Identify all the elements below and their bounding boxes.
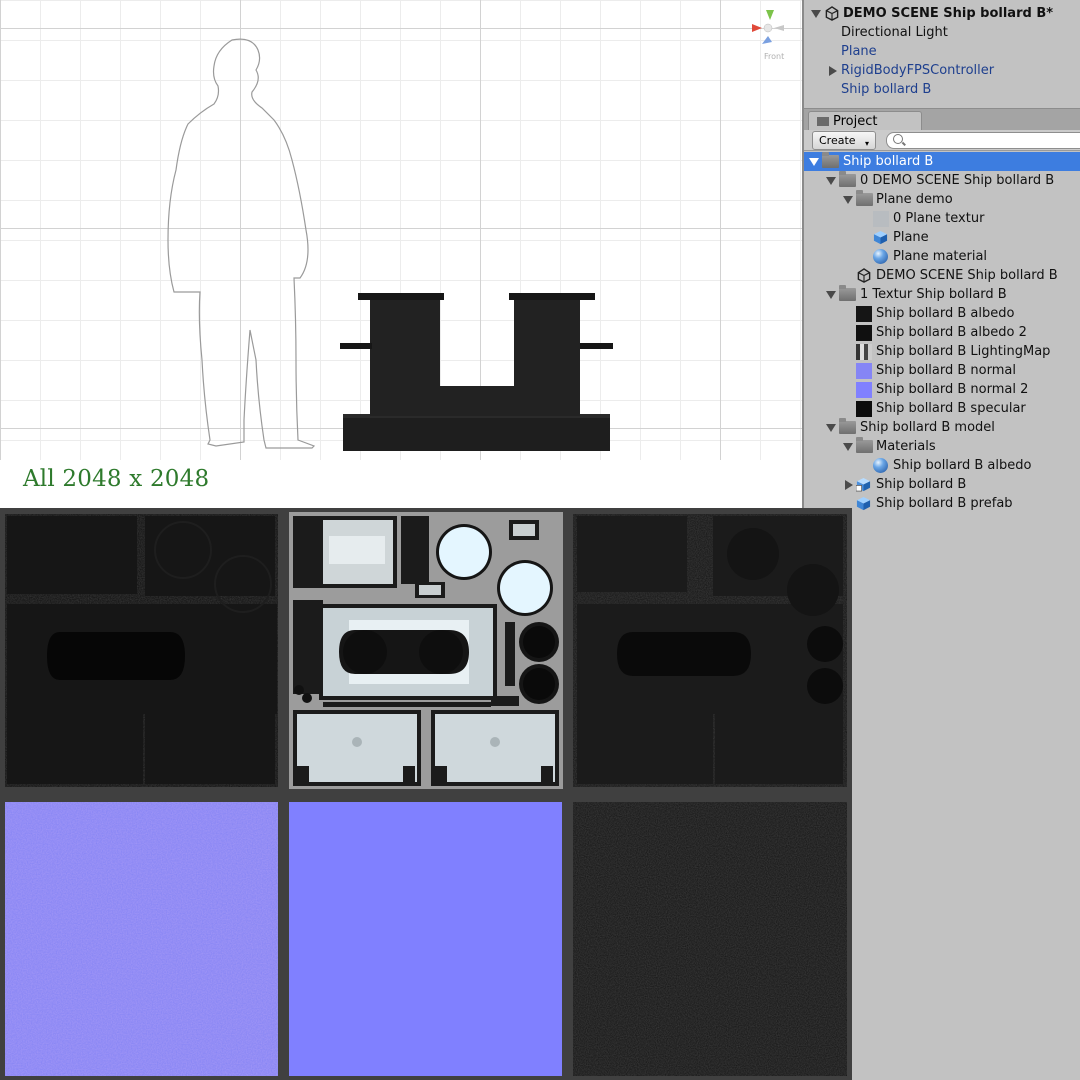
project-item-normal[interactable]: Ship bollard B normal bbox=[804, 361, 1080, 380]
tab-project[interactable]: Project bbox=[808, 111, 922, 132]
texture-thumbnail-icon bbox=[856, 306, 872, 322]
project-item-root-folder[interactable]: Ship bollard B bbox=[804, 152, 1080, 171]
collapse-arrow-icon[interactable] bbox=[829, 66, 837, 76]
texture-thumbnail-icon bbox=[873, 211, 889, 227]
unity-scene-icon bbox=[825, 6, 839, 21]
project-item-albedo-2[interactable]: Ship bollard B albedo 2 bbox=[804, 323, 1080, 342]
project-item-lightingmap[interactable]: Ship bollard B LightingMap bbox=[804, 342, 1080, 361]
texture-preview-grid bbox=[0, 508, 852, 1080]
expand-arrow-icon[interactable] bbox=[826, 424, 836, 432]
scene-objects bbox=[167, 38, 613, 451]
texture-preview-albedo-2 bbox=[573, 514, 847, 787]
project-item-normal-2[interactable]: Ship bollard B normal 2 bbox=[804, 380, 1080, 399]
project-item-plane-texture[interactable]: 0 Plane textur bbox=[804, 209, 1080, 228]
unity-scene-icon bbox=[857, 268, 871, 283]
texture-thumbnail-icon bbox=[856, 382, 872, 398]
hierarchy-item-directional-light[interactable]: Directional Light bbox=[804, 23, 1080, 42]
expand-arrow-icon[interactable] bbox=[826, 291, 836, 299]
create-button[interactable]: Create ▾ bbox=[812, 131, 876, 150]
expand-arrow-icon[interactable] bbox=[843, 443, 853, 451]
project-item-specular[interactable]: Ship bollard B specular bbox=[804, 399, 1080, 418]
texture-thumbnail-icon bbox=[856, 325, 872, 341]
human-scale-silhouette bbox=[167, 38, 316, 449]
search-icon bbox=[893, 134, 903, 144]
project-item-albedo[interactable]: Ship bollard B albedo bbox=[804, 304, 1080, 323]
folder-icon bbox=[839, 418, 856, 434]
texture-thumbnail-icon bbox=[856, 363, 872, 379]
texture-thumbnail-icon bbox=[856, 344, 872, 360]
hierarchy-item-plane[interactable]: Plane bbox=[804, 42, 1080, 61]
texture-preview-albedo bbox=[5, 514, 278, 787]
texture-thumbnail-icon bbox=[856, 401, 872, 417]
expand-arrow-icon[interactable] bbox=[826, 177, 836, 185]
project-tab-bar: Project bbox=[804, 108, 1080, 132]
hierarchy-item-fps-controller[interactable]: RigidBodyFPSController bbox=[804, 61, 1080, 80]
project-search[interactable] bbox=[886, 132, 1080, 149]
project-item-materials-folder[interactable]: Materials bbox=[804, 437, 1080, 456]
project-item-plane-material[interactable]: Plane material bbox=[804, 247, 1080, 266]
project-item-demo-scene-folder[interactable]: 0 DEMO SCENE Ship bollard B bbox=[804, 171, 1080, 190]
cube-icon bbox=[873, 230, 888, 245]
material-sphere-icon bbox=[873, 249, 888, 264]
folder-tab-icon bbox=[817, 117, 829, 126]
expand-arrow-icon[interactable] bbox=[809, 158, 819, 166]
scene-view[interactable]: Front All 2048 x 2048 bbox=[0, 0, 802, 508]
project-item-plane-mesh[interactable]: Plane bbox=[804, 228, 1080, 247]
folder-icon bbox=[822, 152, 839, 168]
expand-arrow-icon[interactable] bbox=[811, 10, 821, 18]
hierarchy-scene-root[interactable]: DEMO SCENE Ship bollard B* bbox=[804, 4, 1080, 23]
dropdown-caret-icon: ▾ bbox=[864, 139, 869, 148]
project-item-demo-scene[interactable]: DEMO SCENE Ship bollard B bbox=[804, 266, 1080, 285]
folder-icon bbox=[839, 285, 856, 301]
texture-preview-specular bbox=[573, 802, 847, 1076]
ship-bollard-model bbox=[340, 293, 613, 451]
project-item-model-folder[interactable]: Ship bollard B model bbox=[804, 418, 1080, 437]
texture-preview-normal-2 bbox=[289, 802, 562, 1076]
expand-arrow-icon[interactable] bbox=[843, 196, 853, 204]
folder-icon bbox=[839, 171, 856, 187]
project-item-model[interactable]: Ship bollard B bbox=[804, 475, 1080, 494]
folder-icon bbox=[856, 190, 873, 206]
folder-icon bbox=[856, 437, 873, 453]
hierarchy-item-ship-bollard[interactable]: Ship bollard B bbox=[804, 80, 1080, 99]
project-item-texture-folder[interactable]: 1 Textur Ship bollard B bbox=[804, 285, 1080, 304]
material-sphere-icon bbox=[873, 458, 888, 473]
texture-preview-lightingmap bbox=[289, 512, 563, 789]
model-prefab-icon bbox=[856, 477, 871, 492]
hierarchy-scene-label: DEMO SCENE Ship bollard B* bbox=[843, 6, 1054, 21]
project-item-plane-demo-folder[interactable]: Plane demo bbox=[804, 190, 1080, 209]
project-toolbar: Create ▾ bbox=[804, 130, 1080, 151]
project-item-albedo-material[interactable]: Ship bollard B albedo bbox=[804, 456, 1080, 475]
prefab-cube-icon bbox=[856, 496, 871, 511]
search-input[interactable] bbox=[907, 133, 1077, 147]
texture-preview-normal bbox=[5, 802, 278, 1076]
collapse-arrow-icon[interactable] bbox=[845, 480, 853, 490]
gizmo-view-label: Front bbox=[764, 52, 785, 61]
texture-size-caption: All 2048 x 2048 bbox=[23, 466, 210, 492]
